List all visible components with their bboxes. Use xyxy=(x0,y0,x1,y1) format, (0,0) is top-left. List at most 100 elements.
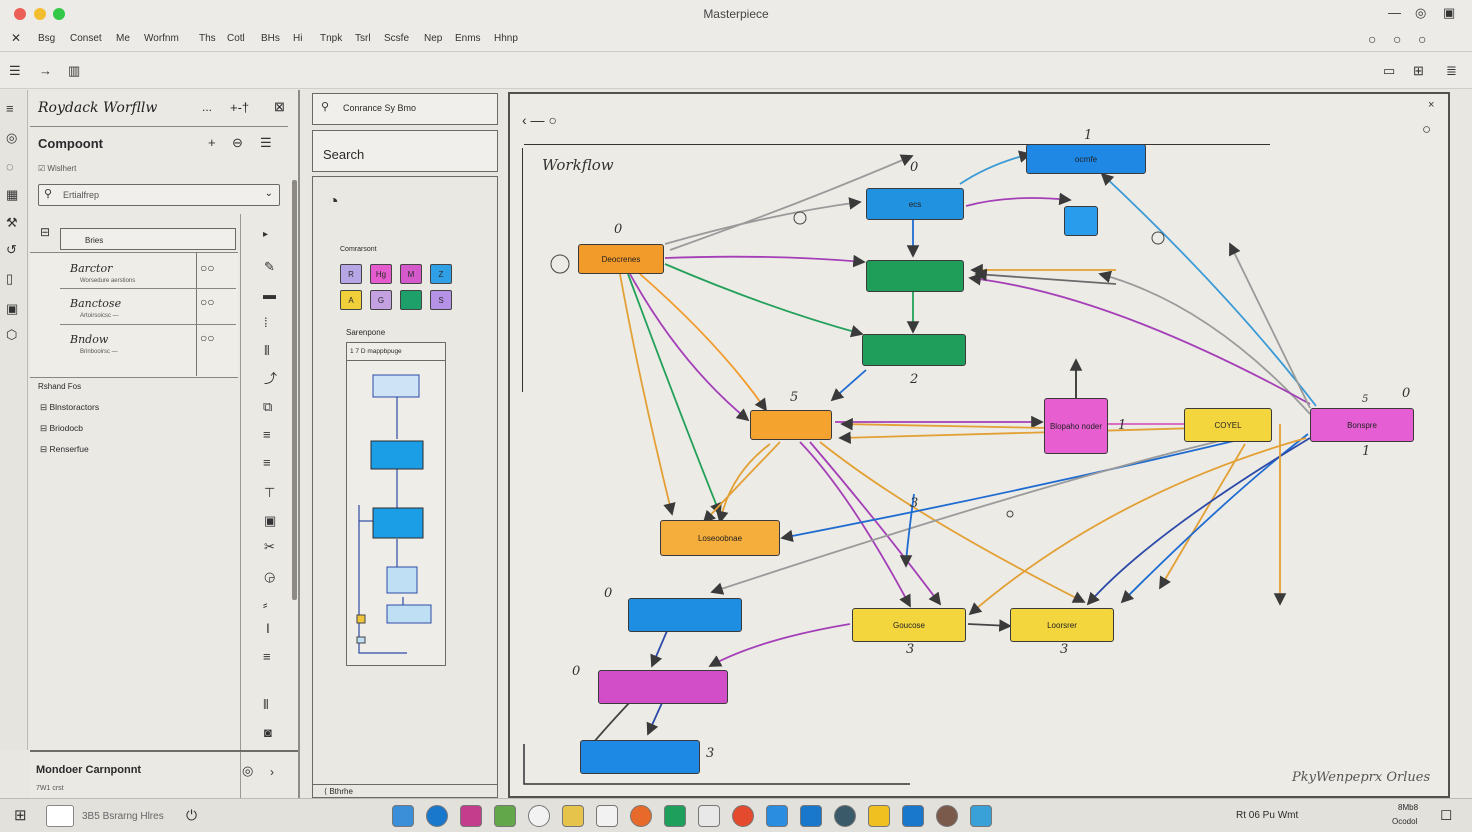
taskbar-app-icon[interactable] xyxy=(732,805,754,827)
workflow-node[interactable] xyxy=(580,740,700,774)
layout-icon[interactable]: ⊞ xyxy=(1413,64,1424,77)
component-search-input[interactable]: ⚲ Ertialfrep ⌄ xyxy=(38,184,280,206)
workflow-node[interactable] xyxy=(750,410,832,440)
taskbar-app-icon[interactable] xyxy=(460,805,482,827)
circle-icon[interactable]: ○ xyxy=(1368,32,1376,46)
palette-swatch[interactable]: A xyxy=(340,290,362,310)
pen-icon[interactable]: ✎ xyxy=(264,260,275,273)
taskbar-app-icon[interactable] xyxy=(970,805,992,827)
taskbar-app-icon[interactable] xyxy=(596,805,618,827)
link-item[interactable]: ⊟ Briodocb xyxy=(40,423,83,434)
grid-icon[interactable]: ▦ xyxy=(6,188,18,201)
hamburger-icon[interactable]: ☰ xyxy=(9,64,21,77)
lines-icon[interactable]: ≡ xyxy=(263,456,271,469)
tree-item[interactable]: Bndow Brinbooirsc — xyxy=(70,333,118,355)
power-icon[interactable]: ⏻ xyxy=(186,808,197,822)
toggle-icon[interactable]: ○○ xyxy=(200,262,215,274)
text-icon[interactable]: ⸗ xyxy=(263,598,267,611)
taskbar-app-icon[interactable] xyxy=(766,805,788,827)
menu-icon[interactable]: ≡ xyxy=(6,102,14,115)
windows-start-icon[interactable]: ⊞ xyxy=(14,808,27,823)
scrollbar-thumb[interactable] xyxy=(292,180,297,600)
menu-item[interactable]: Worfnm xyxy=(144,33,179,44)
scissors-icon[interactable]: ✂ xyxy=(264,540,275,553)
taskbar-app-icon[interactable] xyxy=(630,805,652,827)
notification-icon[interactable]: ◻ xyxy=(1440,807,1452,822)
circle-icon[interactable]: ○ xyxy=(1393,32,1401,46)
taskbar-app-icon[interactable] xyxy=(868,805,890,827)
palette-swatch[interactable]: S xyxy=(430,290,452,310)
book-icon[interactable]: ▯ xyxy=(6,272,13,285)
taskbar-app-icon[interactable] xyxy=(392,805,414,827)
globe-icon[interactable]: ◙ xyxy=(264,726,272,739)
image-icon[interactable]: ⧉ xyxy=(263,400,272,413)
menu-item[interactable]: Nep xyxy=(424,33,442,44)
palette-swatch[interactable]: Hg xyxy=(370,264,392,284)
workflow-node[interactable]: ocrnfe xyxy=(1026,144,1146,174)
link-icon[interactable]: ⤴ xyxy=(264,372,277,385)
taskbar-app-icon[interactable] xyxy=(426,805,448,827)
menu-item[interactable]: Enms xyxy=(455,33,481,44)
tree-item[interactable]: Banctose Artoirsoicsc — xyxy=(70,297,121,319)
search-app-icon[interactable] xyxy=(46,805,74,827)
workflow-node[interactable] xyxy=(598,670,728,704)
tool-icon[interactable]: ⚒ xyxy=(6,216,18,229)
palette-swatch[interactable]: M xyxy=(400,264,422,284)
cube-icon[interactable]: ⬡ xyxy=(6,328,17,341)
image-icon[interactable]: ▣ xyxy=(6,302,18,315)
menu-item[interactable]: Tnpk xyxy=(320,33,342,44)
copy-icon[interactable]: ⊖ xyxy=(232,136,243,149)
workflow-node[interactable]: Loseoobnae xyxy=(660,520,780,556)
menu-item[interactable]: Bsg xyxy=(38,33,55,44)
workflow-node[interactable]: COYEL xyxy=(1184,408,1272,442)
component-search-box[interactable]: ⚲ Conrance Sy Bmo xyxy=(312,93,498,125)
taskbar-app-icon[interactable] xyxy=(834,805,856,827)
workflow-node[interactable] xyxy=(862,334,966,366)
menu-item[interactable]: Hhnp xyxy=(494,33,518,44)
workflow-node[interactable] xyxy=(866,260,964,292)
shape-icon[interactable]: ◶ xyxy=(264,570,275,583)
workflow-node[interactable]: ecs xyxy=(866,188,964,220)
lines-icon[interactable]: ≡ xyxy=(263,650,271,663)
columns-icon[interactable]: ⦀ xyxy=(264,344,270,357)
palette-swatch[interactable] xyxy=(400,290,422,310)
taskbar-app-icon[interactable] xyxy=(664,805,686,827)
info-icon[interactable]: ◎ xyxy=(242,764,253,777)
taskbar-app-icon[interactable] xyxy=(698,805,720,827)
close-panel-button[interactable]: ⊠ xyxy=(274,99,285,115)
arrow-right-icon[interactable]: → xyxy=(39,64,52,77)
menu-item[interactable]: Me xyxy=(116,33,130,44)
workflow-node[interactable]: Deocrenes xyxy=(578,244,664,274)
branch-icon[interactable]: ⊤ xyxy=(264,486,275,499)
taskbar-app-icon[interactable] xyxy=(562,805,584,827)
taskbar-search-text[interactable]: 3B5 Bsrarng Hlres xyxy=(82,811,164,822)
menu-item[interactable]: BHs xyxy=(261,33,280,44)
chevron-down-icon[interactable]: ⌄ xyxy=(265,188,273,199)
lines-icon[interactable]: ≡ xyxy=(263,428,271,441)
plus-icon[interactable]: + xyxy=(208,136,216,149)
search-button[interactable]: Search xyxy=(312,130,498,172)
workflow-node[interactable]: Loorsrer xyxy=(1010,608,1114,642)
menu-item[interactable]: Ths xyxy=(199,33,216,44)
filter-checkbox-label[interactable]: ☑ Wislhert xyxy=(38,164,76,173)
workflow-node[interactable] xyxy=(1064,206,1098,236)
chat-icon[interactable]: ◌ xyxy=(6,160,14,173)
align-icon[interactable]: ⁞ xyxy=(264,316,268,329)
link-item[interactable]: ⊟ Blnstoractors xyxy=(40,402,99,413)
clipboard-icon[interactable]: ▥ xyxy=(68,64,80,77)
tree-header-row[interactable]: Bries xyxy=(60,228,236,250)
mini-map[interactable]: 1 7 D mappbpuge xyxy=(346,342,446,666)
palette-swatch[interactable]: G xyxy=(370,290,392,310)
palette-swatch[interactable]: Z xyxy=(430,264,452,284)
taskbar-app-icon[interactable] xyxy=(902,805,924,827)
tree-item[interactable]: Barctor Worsedure aerstions xyxy=(70,262,135,284)
workflow-canvas[interactable]: ‹ — ○ × ○ Workflow 0 0 1 5 2 1 3 1 0 3 3… xyxy=(508,92,1450,798)
add-remove-button[interactable]: +-† xyxy=(230,100,249,115)
restore-icon[interactable]: ▣ xyxy=(1443,6,1455,19)
taskbar-app-icon[interactable] xyxy=(936,805,958,827)
workflow-node[interactable]: Blopaho noder xyxy=(1044,398,1108,454)
target-icon[interactable]: ◎ xyxy=(6,131,17,144)
box-icon[interactable]: ▣ xyxy=(264,514,276,527)
timer-icon[interactable]: ◔ xyxy=(328,192,339,210)
workflow-node[interactable]: Bonspre xyxy=(1310,408,1414,442)
